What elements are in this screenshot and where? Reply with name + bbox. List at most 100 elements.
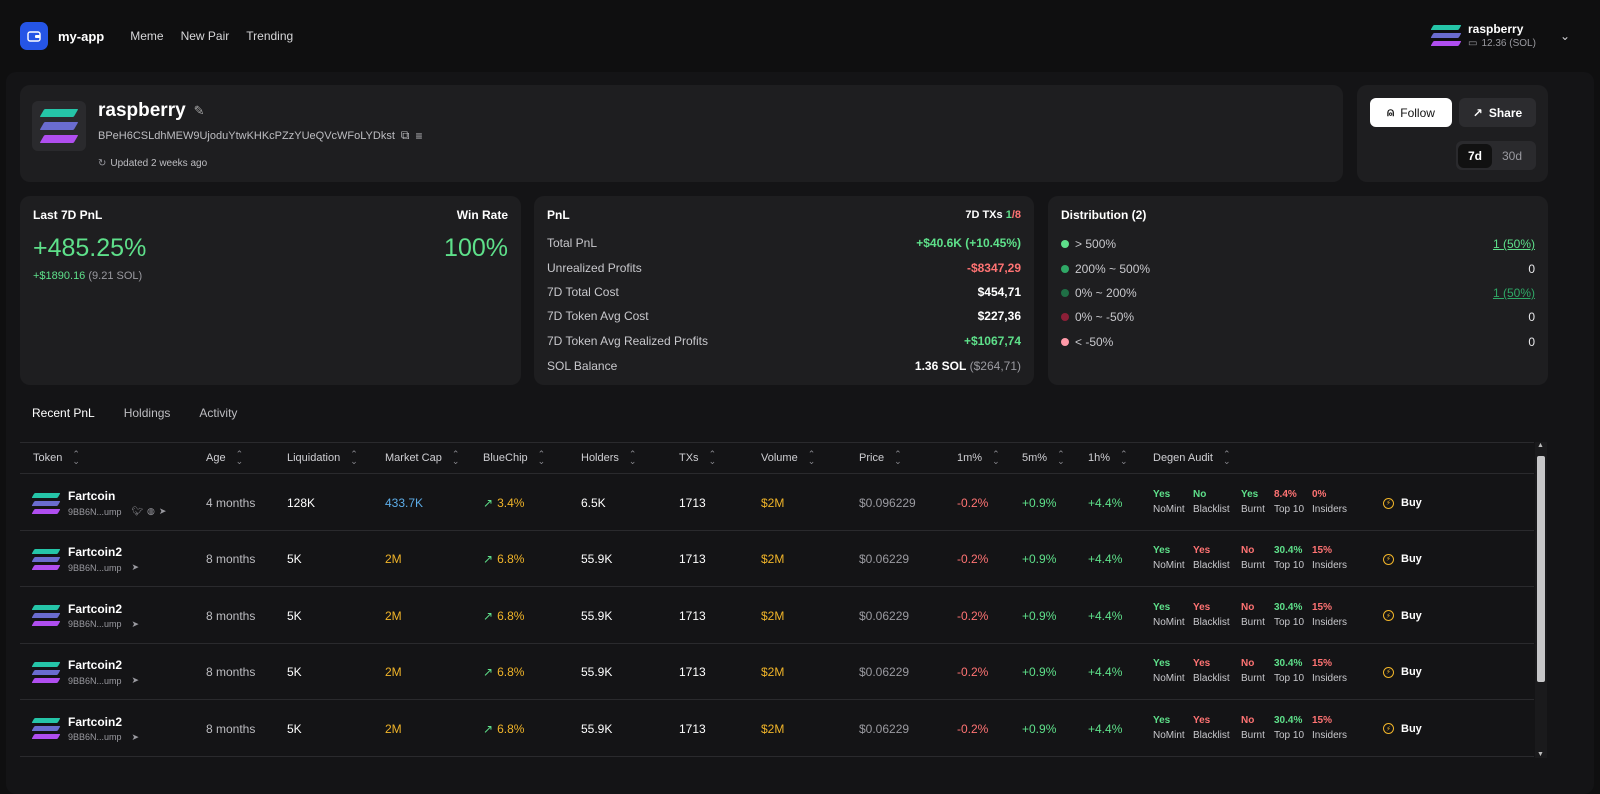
market-cap-cell: 433.7K — [385, 496, 424, 510]
buy-button[interactable]: ⚡︎ Buy — [1383, 644, 1422, 700]
nav-meme[interactable]: Meme — [130, 29, 163, 43]
sort-icon[interactable]: ⌃ ⌄ — [808, 450, 816, 466]
pnl-row-value: +$40.6K (+10.45%) — [916, 236, 1021, 251]
sort-icon[interactable]: ⌃ ⌄ — [452, 450, 460, 466]
tab-activity[interactable]: Activity — [199, 406, 237, 420]
table-row[interactable]: Fartcoin2 9BB6N...ump ➤ 8 months 5K 2M ↗ 6… — [20, 701, 1534, 757]
token-name[interactable]: Fartcoin — [68, 489, 166, 503]
token-name[interactable]: Fartcoin2 — [68, 658, 139, 672]
sort-icon[interactable]: ⌃ ⌄ — [992, 450, 1000, 466]
sort-icon[interactable]: ⌃ ⌄ — [350, 450, 358, 466]
copy-icon[interactable]: ⧉ — [401, 128, 410, 143]
telegram-icon[interactable]: ➤ — [132, 675, 140, 686]
bluechip-value: 6.8% — [497, 608, 525, 623]
distribution-label: < -50% — [1075, 334, 1114, 349]
scroll-up-icon[interactable]: ▲ — [1537, 442, 1544, 449]
column-header[interactable]: 1h% ⌃ ⌄ — [1088, 450, 1128, 466]
column-header[interactable]: BlueChip ⌃ ⌄ — [483, 450, 546, 466]
audit-key: Top 10 — [1274, 729, 1305, 741]
sort-icon[interactable]: ⌃ ⌄ — [1120, 450, 1128, 466]
period-7d[interactable]: 7d — [1458, 143, 1492, 168]
user-menu[interactable]: raspberry ▭ 12.36 (SOL) ⌄ — [1430, 22, 1570, 49]
sort-icon[interactable]: ⌃ ⌄ — [1223, 450, 1231, 466]
sort-icon[interactable]: ⌃ ⌄ — [538, 450, 546, 466]
nav-trending[interactable]: Trending — [246, 29, 293, 43]
audit-item: No Burnt — [1241, 545, 1265, 571]
audit-value: 15% — [1312, 714, 1333, 726]
scroll-down-icon[interactable]: ▼ — [1537, 751, 1544, 758]
sort-icon[interactable]: ⌃ ⌄ — [1057, 450, 1065, 466]
token-name[interactable]: Fartcoin2 — [68, 545, 139, 559]
sort-icon[interactable]: ⌃ ⌄ — [236, 450, 244, 466]
buy-button[interactable]: ⚡︎ Buy — [1383, 475, 1422, 531]
table-row[interactable]: Fartcoin 9BB6N...ump 🐦︎ ◍ ➤ 4 months 128K 4… — [20, 475, 1534, 531]
app-logo[interactable] — [20, 22, 48, 50]
pnl-row-value: $454,71 — [977, 284, 1021, 299]
buy-label: Buy — [1401, 609, 1422, 622]
distribution-row: 0% ~ 200% 1 (50%) — [1061, 281, 1535, 305]
column-header[interactable]: Market Cap ⌃ ⌄ — [385, 450, 460, 466]
buy-button[interactable]: ⚡︎ Buy — [1383, 588, 1422, 644]
twitter-icon[interactable]: 🐦︎ — [132, 506, 143, 517]
chevron-down-icon[interactable]: ⌄ — [1560, 29, 1570, 43]
last-7d-pnl-title: Last 7D PnL — [33, 208, 103, 222]
audit-item: 30.4% Top 10 — [1274, 658, 1304, 684]
sort-icon[interactable]: ⌃ ⌄ — [72, 450, 80, 466]
follow-button[interactable]: ⍝ Follow — [1370, 98, 1452, 127]
token-logo — [31, 605, 61, 627]
refresh-icon[interactable]: ↻ — [98, 158, 106, 169]
distribution-value[interactable]: 1 (50%) — [1493, 237, 1535, 251]
audit-value: No — [1241, 601, 1255, 613]
column-header-label: Liquidation — [287, 452, 341, 464]
pnl-row: Unrealized Profits -$8347,29 — [547, 255, 1021, 279]
audit-item: 15% Insiders — [1312, 715, 1347, 741]
share-button[interactable]: ↗ Share — [1459, 98, 1536, 127]
table-scrollbar[interactable]: ▲ ▼ — [1535, 442, 1547, 758]
telegram-icon[interactable]: ➤ — [132, 562, 140, 573]
audit-key: Top 10 — [1274, 616, 1305, 628]
distribution-dot — [1061, 337, 1069, 346]
column-header[interactable]: Volume ⌃ ⌄ — [761, 450, 816, 466]
nav-new-pair[interactable]: New Pair — [181, 29, 230, 43]
audit-item: 15% Insiders — [1312, 602, 1347, 628]
table-row[interactable]: Fartcoin2 9BB6N...ump ➤ 8 months 5K 2M ↗ 6… — [20, 531, 1534, 588]
column-header[interactable]: Age ⌃ ⌄ — [206, 450, 244, 466]
sort-icon[interactable]: ⌃ ⌄ — [894, 450, 902, 466]
distribution-value[interactable]: 1 (50%) — [1493, 286, 1535, 300]
share-label: Share — [1488, 105, 1523, 120]
brand-name[interactable]: my-app — [58, 29, 104, 44]
table-row[interactable]: Fartcoin2 9BB6N...ump ➤ 8 months 5K 2M ↗ 6… — [20, 644, 1534, 701]
sort-icon[interactable]: ⌃ ⌄ — [709, 450, 717, 466]
tab-recent-pnl[interactable]: Recent PnL — [32, 406, 95, 420]
edit-icon[interactable]: ✎ — [194, 103, 205, 119]
telegram-icon[interactable]: ➤ — [159, 506, 167, 517]
globe-icon[interactable]: ◍ — [147, 506, 155, 517]
column-header[interactable]: Token ⌃ ⌄ — [33, 450, 80, 466]
telegram-icon[interactable]: ➤ — [132, 732, 140, 743]
buy-button[interactable]: ⚡︎ Buy — [1383, 701, 1422, 757]
column-header[interactable]: Degen Audit ⌃ ⌄ — [1153, 450, 1231, 466]
buy-button[interactable]: ⚡︎ Buy — [1383, 531, 1422, 587]
sort-icon[interactable]: ⌃ ⌄ — [629, 450, 637, 466]
column-header[interactable]: Liquidation ⌃ ⌄ — [287, 450, 358, 466]
token-name[interactable]: Fartcoin2 — [68, 715, 139, 729]
solana-icon: ≡ — [415, 128, 423, 143]
updated-text: Updated 2 weeks ago — [110, 158, 208, 169]
column-header[interactable]: Price ⌃ ⌄ — [859, 450, 902, 466]
column-header[interactable]: 5m% ⌃ ⌄ — [1022, 450, 1065, 466]
column-header[interactable]: TXs ⌃ ⌄ — [679, 450, 717, 466]
audit-item: 30.4% Top 10 — [1274, 715, 1304, 741]
bluechip-value: 3.4% — [497, 496, 525, 510]
column-header[interactable]: 1m% ⌃ ⌄ — [957, 450, 1000, 466]
column-header[interactable]: Holders ⌃ ⌄ — [581, 450, 637, 466]
tab-holdings[interactable]: Holdings — [124, 406, 171, 420]
period-30d[interactable]: 30d — [1492, 144, 1532, 168]
telegram-icon[interactable]: ➤ — [132, 619, 140, 630]
token-name[interactable]: Fartcoin2 — [68, 602, 139, 616]
audit-value: Yes — [1153, 601, 1171, 613]
table-row[interactable]: Fartcoin2 9BB6N...ump ➤ 8 months 5K 2M ↗ 6… — [20, 588, 1534, 644]
audit-value: 8.4% — [1274, 489, 1297, 500]
buy-label: Buy — [1401, 666, 1422, 679]
audit-value: 30.4% — [1274, 601, 1303, 613]
scrollbar-thumb[interactable] — [1537, 456, 1545, 682]
